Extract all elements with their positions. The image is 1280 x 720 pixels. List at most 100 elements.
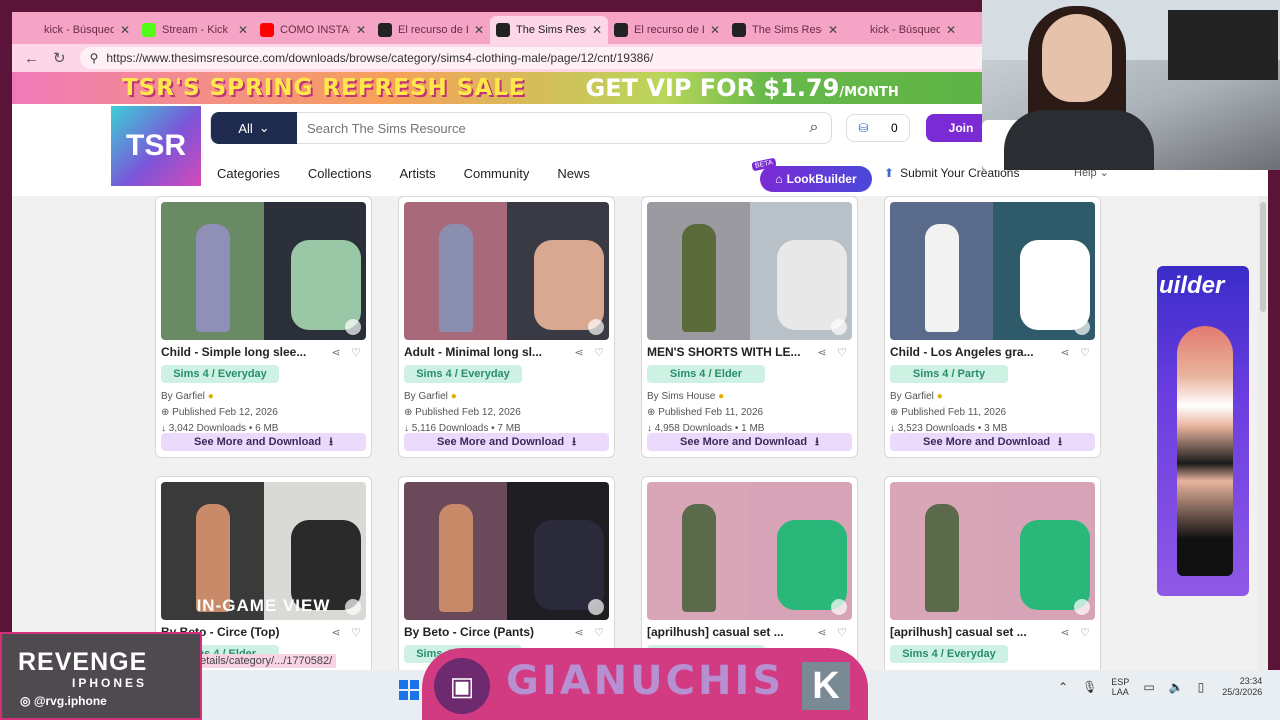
nav-item-categories[interactable]: Categories	[217, 166, 280, 181]
windows-start-icon[interactable]	[399, 680, 419, 700]
heart-icon[interactable]: ♡	[832, 626, 852, 639]
category-tag[interactable]: Sims 4 / Party	[890, 365, 1008, 383]
item-title[interactable]: Child - Simple long slee...	[161, 345, 326, 359]
microphone-icon[interactable]: 🎙	[1082, 680, 1097, 694]
nav-item-artists[interactable]: Artists	[399, 166, 435, 181]
heart-icon[interactable]: ♡	[589, 626, 609, 639]
sim-model-figure	[439, 224, 473, 332]
site-info-icon[interactable]: ⚲	[90, 51, 99, 65]
see-more-download-button[interactable]: See More and Download ⭳	[647, 433, 852, 451]
browser-tab[interactable]: El recurso de Los Sims ✕	[608, 16, 726, 44]
item-title[interactable]: By Beto - Circe (Pants)	[404, 625, 569, 639]
battery-icon[interactable]: ▯	[1198, 680, 1205, 694]
download-arrow-icon: ⭳	[329, 435, 333, 448]
close-icon[interactable]: ✕	[120, 23, 130, 37]
lookbuilder-ad[interactable]: uilder	[1157, 266, 1249, 596]
nav-item-community[interactable]: Community	[464, 166, 530, 181]
cart-button[interactable]: ⛁ 0	[846, 114, 910, 142]
item-title[interactable]: [aprilhush] casual set ...	[890, 625, 1055, 639]
item-title[interactable]: Child - Los Angeles gra...	[890, 345, 1055, 359]
close-icon[interactable]: ✕	[946, 23, 956, 37]
nav-item-collections[interactable]: Collections	[308, 166, 372, 181]
browser-tab[interactable]: El recurso de Los Sims ✕	[372, 16, 490, 44]
tab-title: kick - Búsqueda	[44, 24, 114, 36]
browser-tab[interactable]: kick - Búsqueda ✕	[844, 16, 962, 44]
share-icon[interactable]: ⋖	[1055, 626, 1075, 639]
chevron-down-icon: ⌄	[258, 120, 270, 135]
item-author[interactable]: By Sims House ●	[647, 389, 852, 405]
item-card[interactable]: [aprilhush] casual set ...⋖♡ Sims 4 / Eve…	[884, 476, 1101, 682]
close-icon[interactable]: ✕	[356, 23, 366, 37]
share-icon[interactable]: ⋖	[569, 626, 589, 639]
page-scrollbar[interactable]	[1258, 196, 1268, 682]
item-title[interactable]: Adult - Minimal long sl...	[404, 345, 569, 359]
item-title[interactable]: MEN'S SHORTS WITH LE...	[647, 345, 812, 359]
share-icon[interactable]: ⋖	[326, 626, 346, 639]
item-thumbnail[interactable]	[890, 482, 1095, 620]
tsr-logo[interactable]: TSR	[111, 106, 201, 186]
heart-icon[interactable]: ♡	[832, 346, 852, 359]
close-icon[interactable]: ✕	[474, 23, 484, 37]
share-icon[interactable]: ⋖	[1055, 346, 1075, 359]
item-thumbnail[interactable]	[647, 202, 852, 340]
browser-tab[interactable]: kick - Búsqueda ✕	[18, 16, 136, 44]
item-card[interactable]: Child - Los Angeles gra... ⋖ ♡ Sims 4 / Par…	[884, 196, 1101, 458]
browser-tab[interactable]: Stream - Kick ✕	[136, 16, 254, 44]
volume-icon[interactable]: 🔈	[1169, 680, 1184, 694]
reload-icon[interactable]: ↻	[53, 49, 66, 67]
search-scope-dropdown[interactable]: All ⌄	[211, 112, 297, 144]
heart-icon[interactable]: ♡	[346, 626, 366, 639]
item-thumbnail[interactable]	[890, 202, 1095, 340]
item-title[interactable]: [aprilhush] casual set ...	[647, 625, 812, 639]
item-card[interactable]: Adult - Minimal long sl... ⋖ ♡ Sims 4 / Eve…	[398, 196, 615, 458]
category-tag[interactable]: Sims 4 / Everyday	[404, 365, 522, 383]
nav-item-news[interactable]: News	[557, 166, 590, 181]
item-thumbnail[interactable]	[404, 482, 609, 620]
item-thumbnail[interactable]	[404, 202, 609, 340]
scrollbar-thumb[interactable]	[1260, 202, 1266, 312]
close-icon[interactable]: ✕	[828, 23, 838, 37]
lookbuilder-button[interactable]: ⌂ LookBuilder	[760, 166, 872, 192]
share-icon[interactable]: ⋖	[812, 346, 832, 359]
chevron-up-icon[interactable]: ⌃	[1058, 680, 1068, 694]
share-icon[interactable]: ⋖	[326, 346, 346, 359]
revenge-text: REVENGE	[18, 648, 148, 676]
search-icon[interactable]: ⌕	[797, 119, 831, 137]
heart-icon[interactable]: ♡	[589, 346, 609, 359]
search-input[interactable]	[297, 120, 797, 136]
browser-tab[interactable]: CÓMO INSTALAR ✕	[254, 16, 372, 44]
category-tag[interactable]: Sims 4 / Everyday	[890, 645, 1008, 663]
item-card[interactable]: Child - Simple long slee... ⋖ ♡ Sims 4 / Ev…	[155, 196, 372, 458]
close-icon[interactable]: ✕	[592, 23, 602, 37]
display-icon[interactable]: ▭	[1143, 680, 1154, 694]
see-more-download-button[interactable]: See More and Download ⭳	[404, 433, 609, 451]
back-icon[interactable]: ←	[24, 50, 39, 67]
author-name: By Sims House	[647, 391, 716, 402]
heart-icon[interactable]: ♡	[1075, 626, 1095, 639]
browser-tab[interactable]: The Sims Resource ✕	[490, 16, 608, 44]
share-icon[interactable]: ⋖	[569, 346, 589, 359]
tsr-icon	[496, 23, 510, 37]
heart-icon[interactable]: ♡	[1075, 346, 1095, 359]
see-more-download-button[interactable]: See More and Download ⭳	[890, 433, 1095, 451]
item-thumbnail[interactable]	[161, 202, 366, 340]
item-thumbnail[interactable]: IN-GAME VIEW	[161, 482, 366, 620]
item-author[interactable]: By Garfiel ●	[404, 389, 609, 405]
close-icon[interactable]: ✕	[710, 23, 720, 37]
category-tag[interactable]: Sims 4 / Everyday	[161, 365, 279, 383]
see-more-download-button[interactable]: See More and Download ⭳	[161, 433, 366, 451]
item-author[interactable]: By Garfiel ●	[890, 389, 1095, 405]
clock[interactable]: 23:34 25/3/2026	[1222, 676, 1262, 698]
download-button-label: See More and Download	[194, 436, 322, 448]
share-icon[interactable]: ⋖	[812, 626, 832, 639]
language-indicator[interactable]: ESP LAA	[1111, 677, 1129, 697]
item-card[interactable]: MEN'S SHORTS WITH LE... ⋖ ♡ Sims 4 / Elder B…	[641, 196, 858, 458]
item-thumbnail[interactable]	[647, 482, 852, 620]
item-author[interactable]: By Garfiel ●	[161, 389, 366, 405]
heart-icon[interactable]: ♡	[346, 346, 366, 359]
close-icon[interactable]: ✕	[238, 23, 248, 37]
webcam-overlay	[982, 0, 1280, 170]
category-tag[interactable]: Sims 4 / Elder	[647, 365, 765, 383]
url-field[interactable]: ⚲ https://www.thesimsresource.com/downlo…	[79, 47, 1008, 69]
browser-tab[interactable]: The Sims Resource ✕	[726, 16, 844, 44]
